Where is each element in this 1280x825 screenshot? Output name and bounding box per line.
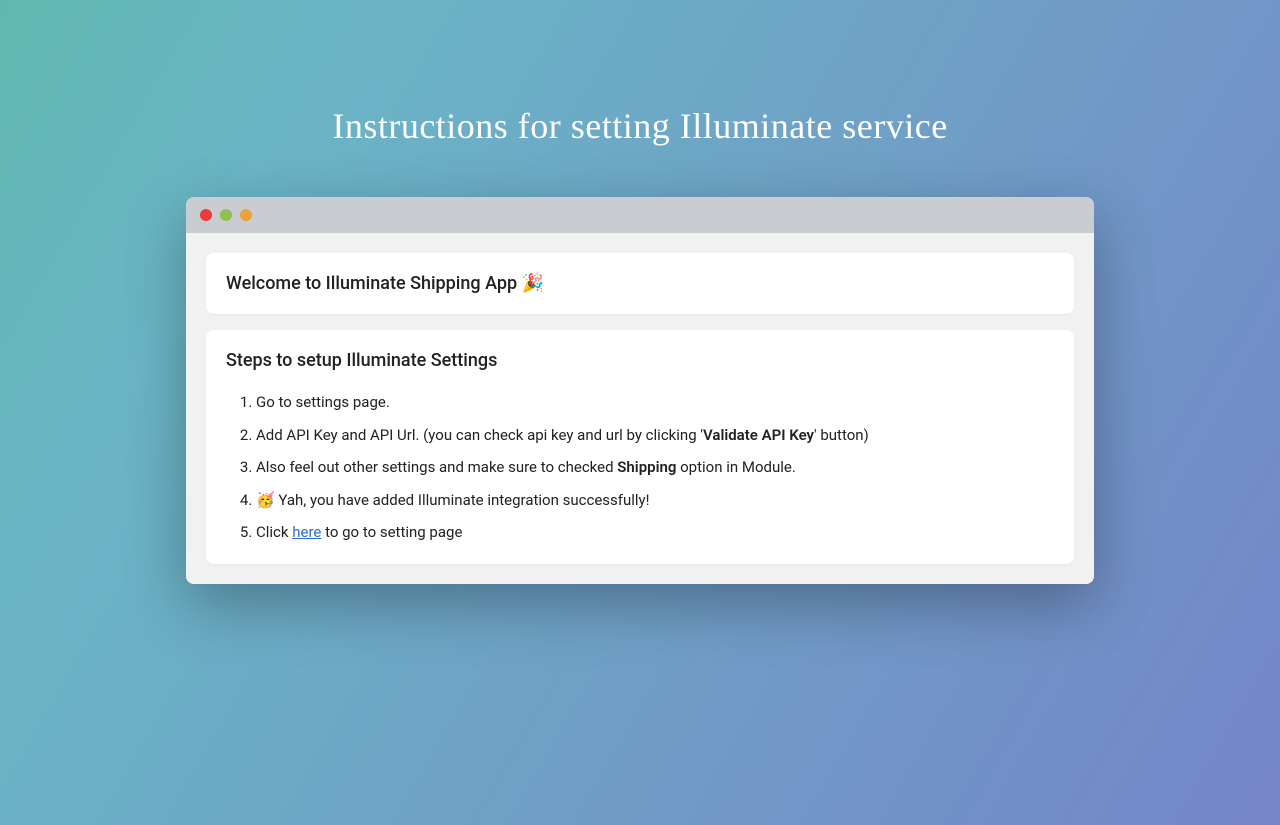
window-titlebar xyxy=(186,197,1094,233)
minimize-icon[interactable] xyxy=(220,209,232,221)
step-item-2: Add API Key and API Url. (you can check … xyxy=(256,424,1054,447)
step-3-prefix: Also feel out other settings and make su… xyxy=(256,458,617,476)
steps-card: Steps to setup Illuminate Settings Go to… xyxy=(206,330,1074,564)
welcome-card: Welcome to Illuminate Shipping App 🎉 xyxy=(206,253,1074,314)
steps-title: Steps to setup Illuminate Settings xyxy=(226,350,1054,371)
step-2-bold: Validate API Key xyxy=(703,426,814,444)
step-item-3: Also feel out other settings and make su… xyxy=(256,456,1054,479)
step-2-prefix: Add API Key and API Url. (you can check … xyxy=(256,426,703,444)
window-content: Welcome to Illuminate Shipping App 🎉 Ste… xyxy=(186,233,1094,584)
welcome-text: Welcome to Illuminate Shipping App 🎉 xyxy=(226,273,1054,294)
page-title: Instructions for setting Illuminate serv… xyxy=(0,105,1280,147)
settings-link[interactable]: here xyxy=(292,523,321,541)
step-item-5: Click here to go to setting page xyxy=(256,521,1054,544)
app-window: Welcome to Illuminate Shipping App 🎉 Ste… xyxy=(186,197,1094,584)
step-5-suffix: to go to setting page xyxy=(321,523,462,541)
step-2-suffix: ' button) xyxy=(814,426,869,444)
step-3-bold: Shipping xyxy=(617,458,676,476)
step-3-suffix: option in Module. xyxy=(676,458,795,476)
close-icon[interactable] xyxy=(200,209,212,221)
steps-list: Go to settings page. Add API Key and API… xyxy=(226,391,1054,544)
step-item-4: 🥳 Yah, you have added Illuminate integra… xyxy=(256,489,1054,512)
maximize-icon[interactable] xyxy=(240,209,252,221)
step-item-1: Go to settings page. xyxy=(256,391,1054,414)
step-5-prefix: Click xyxy=(256,523,292,541)
